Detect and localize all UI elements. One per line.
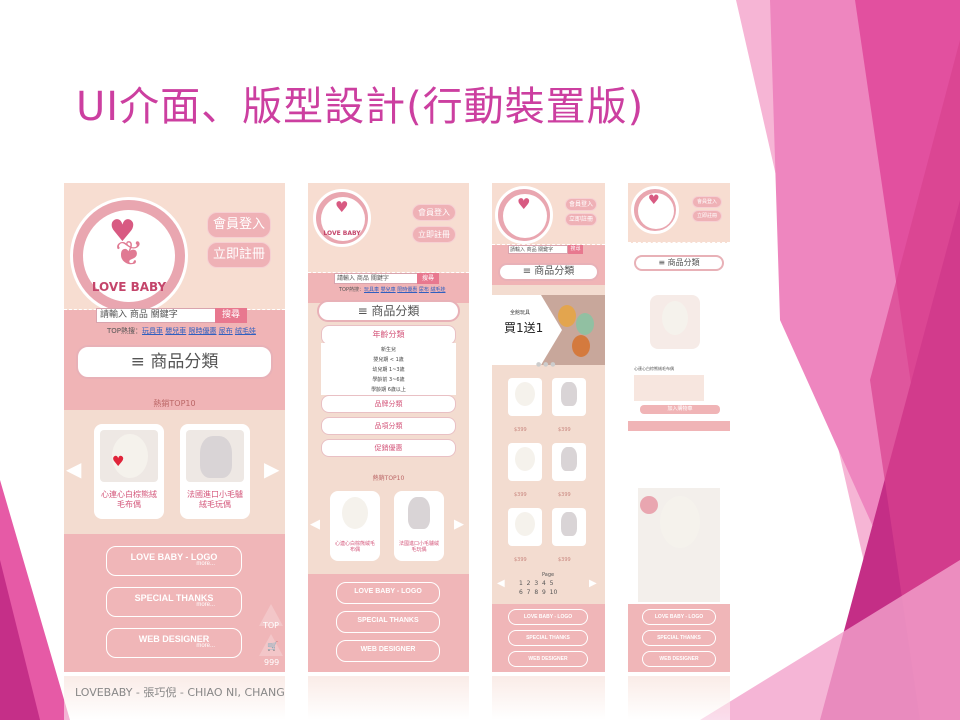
- footer: LOVE BABY - LOGO SPECIAL THANKS WEB DESI…: [628, 604, 730, 672]
- add-to-cart-button[interactable]: 加入購物車: [640, 405, 720, 414]
- product-card[interactable]: [508, 443, 542, 481]
- cart-icon: 🛒: [267, 642, 279, 652]
- footer-button-logo[interactable]: LOVE BABY - LOGO: [336, 582, 440, 604]
- love-baby-logo[interactable]: ♥: [631, 186, 679, 234]
- search-input[interactable]: 請輸入 商品 關鍵字: [334, 273, 418, 284]
- search-button[interactable]: 搜尋: [417, 273, 439, 284]
- product-name: 心連心白棕熊絨毛布偶: [101, 490, 157, 509]
- category-menu-button[interactable]: ≡ 商品分類: [76, 345, 273, 379]
- category-menu-button[interactable]: ≡ 商品分類: [317, 300, 460, 322]
- category-menu-button[interactable]: ≡ 商品分類: [634, 255, 724, 271]
- phone-product-detail: ♥ 會員登入 立即註冊 ≡ 商品分類 心連心白棕熊絨毛布偶 加入購物車 LOVE…: [628, 183, 730, 672]
- product-card[interactable]: [508, 508, 542, 546]
- carousel-dots[interactable]: ● ● ●: [536, 361, 556, 368]
- product-title: 心連心白棕熊絨毛布偶: [634, 366, 674, 371]
- footer: LOVE BABY - LOGO SPECIAL THANKS WEB DESI…: [492, 604, 605, 672]
- slide-caption: LOVEBABY - 張巧倪 - CHIAO NI, CHANG: [75, 686, 285, 699]
- baby-icon: ❦: [115, 234, 144, 274]
- love-baby-logo[interactable]: ♥ ❦ LOVE BABY: [70, 197, 188, 315]
- heart-icon: ♥: [517, 195, 531, 213]
- menu-age[interactable]: 年齡分類: [321, 325, 456, 345]
- love-baby-logo[interactable]: ♥ LOVE BABY: [313, 189, 371, 247]
- product-card[interactable]: 法國進口小毛驢絨毛玩偶: [394, 491, 444, 561]
- phone-category-menu: ♥ LOVE BABY 會員登入 立即註冊 請輸入 商品 關鍵字 搜尋 TOP熱…: [308, 183, 469, 672]
- product-card[interactable]: [508, 378, 542, 416]
- slide: UI介面、版型設計(行動裝置版) ♥ ❦ LOVE BABY 會員登入 立即註冊…: [0, 0, 960, 720]
- menu-brand[interactable]: 品牌分類: [321, 395, 456, 413]
- register-button[interactable]: 立即註冊: [412, 226, 456, 243]
- product-options[interactable]: [634, 375, 704, 401]
- top10-label: 熱銷TOP10: [153, 399, 196, 408]
- hot-item[interactable]: 絨毛娃: [235, 327, 256, 335]
- phone-product-list: ♥ 會員登入 立即註冊 請輸入 商品 關鍵字 搜尋 ≡ 商品分類 全館玩具 買1…: [492, 183, 605, 672]
- footer: LOVE BABY - LOGO more... SPECIAL THANKS mo…: [64, 534, 285, 672]
- footer-button-designer[interactable]: WEB DESIGNER: [336, 640, 440, 662]
- product-card[interactable]: [552, 508, 586, 546]
- hot-item[interactable]: 嬰兒車: [165, 327, 186, 335]
- detail-image: [638, 488, 720, 578]
- register-button[interactable]: 立即註冊: [565, 213, 597, 226]
- login-button[interactable]: 會員登入: [412, 204, 456, 221]
- footer-button-thanks[interactable]: SPECIAL THANKS: [336, 611, 440, 633]
- heart-icon: ♥: [112, 454, 125, 470]
- search-button[interactable]: 搜尋: [568, 245, 583, 254]
- login-button[interactable]: 會員登入: [207, 212, 271, 238]
- prev-page-icon[interactable]: ◀: [497, 578, 505, 589]
- menu-type[interactable]: 品項分類: [321, 417, 456, 435]
- hot-item[interactable]: 玩具車: [142, 327, 163, 335]
- heart-icon: ♥: [648, 193, 660, 208]
- product-card[interactable]: ♥ 心連心白棕熊絨毛布偶: [94, 424, 164, 519]
- heart-icon: ♥: [335, 198, 349, 216]
- register-button[interactable]: 立即註冊: [207, 242, 271, 268]
- left-arrow-icon[interactable]: ◀: [66, 457, 81, 481]
- hot-item[interactable]: 限時優惠: [188, 327, 216, 335]
- right-arrow-icon[interactable]: ▶: [454, 517, 464, 532]
- teddy-bear-image: [342, 497, 368, 529]
- teddy-bear-image: [662, 301, 688, 335]
- footer: LOVE BABY - LOGO SPECIAL THANKS WEB DESI…: [308, 574, 469, 672]
- pagination[interactable]: 1 2 3 4 5 6 7 8 9 10: [519, 579, 579, 597]
- footer-button-logo[interactable]: LOVE BABY - LOGO more...: [106, 546, 242, 576]
- hot-search: TOP熱搜：玩具車 嬰兒車 限時優惠 尿布 絨毛娃: [107, 327, 256, 335]
- logo-text: LOVE BABY: [91, 280, 167, 294]
- cart-count: 999: [264, 658, 280, 667]
- love-baby-logo[interactable]: ♥: [495, 186, 553, 244]
- top-label: TOP: [263, 621, 280, 630]
- right-arrow-icon[interactable]: ▶: [264, 457, 279, 481]
- page-label: Page: [542, 572, 555, 578]
- search-button[interactable]: 搜尋: [215, 308, 247, 323]
- register-button[interactable]: 立即註冊: [692, 210, 722, 222]
- donkey-plush-image: [200, 436, 232, 478]
- next-page-icon[interactable]: ▶: [589, 578, 597, 589]
- slide-title: UI介面、版型設計(行動裝置版): [76, 84, 645, 130]
- age-submenu: 新生兒 嬰兒期 < 1歲 幼兒期 1~3歲 學齡前 3~6歲 學齡期 6歲以上: [321, 343, 456, 395]
- footer-button-designer[interactable]: WEB DESIGNER more...: [106, 628, 242, 658]
- donkey-plush-image: [408, 497, 430, 529]
- top10-label: 熱銷TOP10: [372, 475, 405, 482]
- product-card[interactable]: 法國進口小毛驢絨毛玩偶: [180, 424, 250, 519]
- product-name: 法國進口小毛驢絨毛玩偶: [187, 490, 243, 509]
- login-button[interactable]: 會員登入: [692, 196, 722, 208]
- promo-banner[interactable]: 全館玩具 買1送1: [492, 295, 605, 365]
- footer-button-thanks[interactable]: SPECIAL THANKS more...: [106, 587, 242, 617]
- product-image: [650, 295, 700, 349]
- search-input[interactable]: 請輸入 商品 關鍵字: [96, 308, 216, 323]
- product-card[interactable]: [552, 443, 586, 481]
- phone-home: ♥ ❦ LOVE BABY 會員登入 立即註冊 請輸入 商品 關鍵字 搜尋 TO…: [64, 183, 285, 672]
- category-menu-button[interactable]: ≡ 商品分類: [498, 263, 599, 281]
- login-button[interactable]: 會員登入: [565, 198, 597, 211]
- hot-search: TOP熱搜：玩具車 嬰兒車 限時優惠 尿布 絨毛娃: [339, 287, 446, 293]
- product-card[interactable]: [552, 378, 586, 416]
- menu-promo[interactable]: 促銷優惠: [321, 439, 456, 457]
- product-card[interactable]: 心連心白棕熊絨毛布偶: [330, 491, 380, 561]
- search-input[interactable]: 請輸入 商品 關鍵字: [508, 245, 568, 254]
- left-arrow-icon[interactable]: ◀: [310, 517, 320, 532]
- hot-item[interactable]: 尿布: [219, 327, 233, 335]
